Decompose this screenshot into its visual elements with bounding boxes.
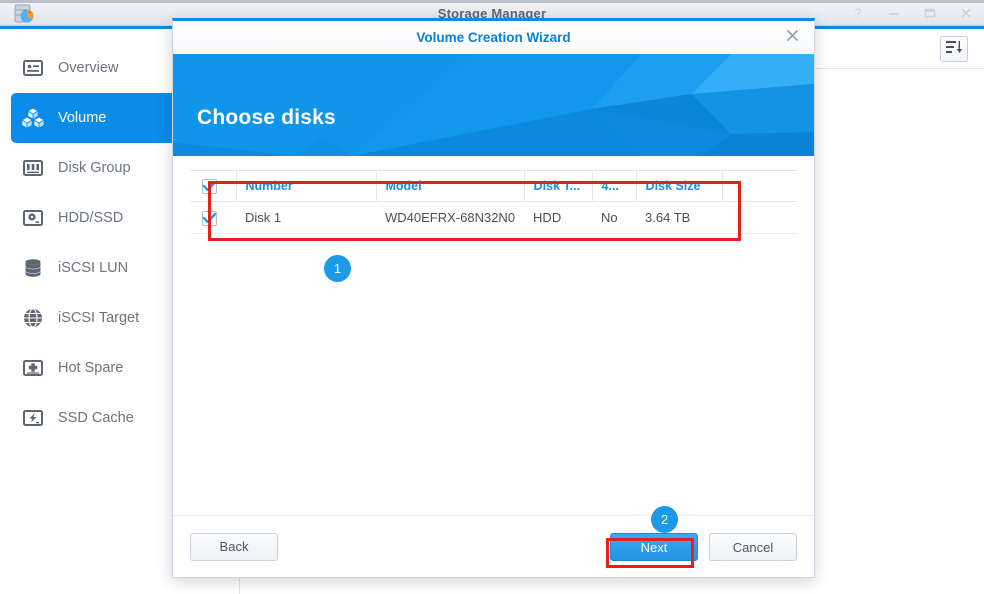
column-header-disk-type[interactable]: Disk T... <box>524 170 593 202</box>
select-all-header <box>190 170 237 202</box>
disk-group-icon <box>22 157 44 179</box>
help-button[interactable]: ? <box>848 4 868 22</box>
annotation-badge-1: 1 <box>324 255 351 282</box>
sidebar-item-label: iSCSI Target <box>58 310 140 326</box>
close-icon <box>785 28 800 48</box>
cancel-button[interactable]: Cancel <box>709 533 797 561</box>
ssd-cache-bolt-icon <box>22 407 44 429</box>
back-button[interactable]: Back <box>190 532 278 561</box>
titlebar-top-edge <box>0 0 984 3</box>
sort-button[interactable] <box>940 36 968 62</box>
check-icon <box>203 212 216 223</box>
database-stack-icon <box>22 257 44 279</box>
dialog-banner: Choose disks <box>173 54 814 156</box>
dialog-body: Number Model Disk T... 4... Disk Size Di… <box>173 156 814 515</box>
cell-4k-sector: No <box>592 201 637 234</box>
sidebar-item-label: Overview <box>58 60 119 76</box>
column-header-number[interactable]: Number <box>236 170 377 202</box>
globe-icon <box>22 307 44 329</box>
column-header-4k-sector[interactable]: 4... <box>592 170 637 202</box>
column-header-spacer <box>722 170 797 202</box>
banner-polygon-art <box>173 54 814 156</box>
annotation-badge-2: 2 <box>651 506 678 533</box>
disk-table-header: Number Model Disk T... 4... Disk Size <box>190 170 797 202</box>
row-checkbox[interactable] <box>202 210 217 226</box>
dialog-banner-title: Choose disks <box>197 106 336 129</box>
dialog-titlebar: Volume Creation Wizard <box>173 21 814 54</box>
hot-spare-plus-icon <box>22 357 44 379</box>
sidebar-item-label: Volume <box>58 110 107 126</box>
disk-table-body: Disk 1 WD40EFRX-68N32N0 HDD No 3.64 TB <box>190 201 797 234</box>
sidebar-item-label: iSCSI LUN <box>58 260 129 276</box>
check-icon <box>203 180 216 191</box>
column-header-model[interactable]: Model <box>376 170 525 202</box>
sidebar-item-label: HDD/SSD <box>58 210 124 226</box>
disk-table: Number Model Disk T... 4... Disk Size Di… <box>190 170 797 234</box>
dialog-footer: Back Next Cancel <box>173 515 814 577</box>
maximize-button[interactable] <box>920 4 940 22</box>
dialog-close-button[interactable] <box>782 28 802 48</box>
svg-text:?: ? <box>855 6 862 20</box>
volume-creation-wizard-dialog: Volume Creation Wizard Choose disks Numb… <box>172 18 815 578</box>
sidebar-item-label: Hot Spare <box>58 360 124 376</box>
close-button[interactable] <box>956 4 976 22</box>
dialog-title: Volume Creation Wizard <box>416 30 571 45</box>
select-all-checkbox[interactable] <box>202 178 217 194</box>
table-row[interactable]: Disk 1 WD40EFRX-68N32N0 HDD No 3.64 TB <box>190 201 797 234</box>
cell-disk-type: HDD <box>524 201 593 234</box>
footer-right-actions: Next Cancel <box>610 533 797 561</box>
minimize-button[interactable] <box>884 4 904 22</box>
sidebar-item-label: Disk Group <box>58 160 131 176</box>
hdd-ssd-icon <box>22 207 44 229</box>
sidebar-item-label: SSD Cache <box>58 410 134 426</box>
volume-cubes-icon <box>22 107 44 129</box>
next-button[interactable]: Next <box>610 533 698 561</box>
column-header-disk-size[interactable]: Disk Size <box>636 170 723 202</box>
cell-number: Disk 1 <box>236 201 376 234</box>
sort-descending-icon <box>946 40 962 59</box>
cell-model: WD40EFRX-68N32N0 <box>376 201 525 234</box>
cell-disk-size: 3.64 TB <box>636 201 723 234</box>
window-controls: ? <box>848 4 976 22</box>
overview-card-icon <box>22 57 44 79</box>
table-header-row: Number Model Disk T... 4... Disk Size <box>190 170 797 202</box>
screen: Storage Manager ? Overview Volume Disk G… <box>0 0 984 594</box>
cell-spacer <box>722 201 797 234</box>
row-select-cell <box>190 201 236 234</box>
